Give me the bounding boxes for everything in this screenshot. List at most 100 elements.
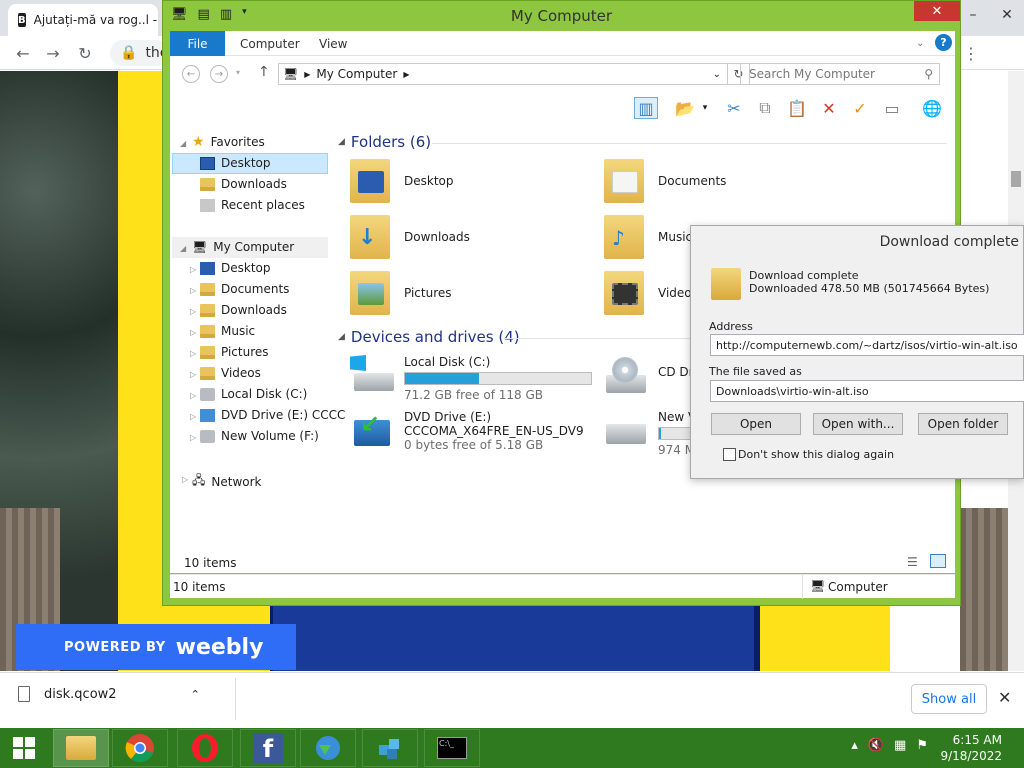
folder-music[interactable]: ♪ Music [604,215,692,259]
address-bar[interactable]: 🖥 ▶ My Computer ▶ ⌄ [278,63,728,85]
star-icon: ★ [192,134,205,150]
tray-expand-icon[interactable]: ▴ [851,738,858,753]
globe-taskbar-button[interactable] [300,729,356,767]
nav-computer-item[interactable]: DVD Drive (E:) CCCC [200,408,345,422]
delete-icon[interactable]: ✕ [817,97,841,119]
saved-path-field[interactable]: Downloads\virtio-win-alt.iso [710,380,1024,402]
forward-arrow-icon[interactable]: → [42,42,64,64]
nav-computer-item[interactable]: Documents [200,282,289,296]
open-folder-button[interactable]: Open folder [918,413,1008,435]
tab-view[interactable]: View [319,31,347,56]
expand-arrow-icon[interactable]: ▷ [190,391,196,400]
tab-computer[interactable]: Computer [240,31,300,56]
drives-group-header[interactable]: ◢ Devices and drives (4) [338,328,520,346]
opera-taskbar-button[interactable] [177,729,233,767]
nav-computer-item[interactable]: Local Disk (C:) [200,387,307,401]
address-history-icon[interactable]: ⌄ [713,69,721,80]
folders-group-header[interactable]: ◢ Folders (6) [338,133,431,151]
start-button[interactable] [0,729,48,767]
nav-label: My Computer [213,240,295,254]
folder-videos[interactable]: Videos [604,271,698,315]
chevron-up-icon[interactable]: ⌃ [191,688,200,701]
explorer-taskbar-button[interactable] [53,729,109,767]
folder-pictures[interactable]: Pictures [350,271,452,315]
preview-pane-icon[interactable]: ▥ [634,97,658,119]
flag-icon[interactable]: ⚑ [916,738,928,753]
expand-ribbon-icon[interactable]: ⌄ [916,31,924,56]
recent-locations-icon[interactable]: ▾ [236,68,240,77]
expand-arrow-icon[interactable]: ▷ [182,475,188,484]
options-dropdown-icon[interactable]: ▾ [698,97,712,119]
breadcrumb-my-computer[interactable]: My Computer [316,67,397,81]
close-window-icon[interactable]: ✕ [990,0,1024,30]
weebly-badge[interactable]: POWERED BY weebly [16,624,296,670]
expand-arrow-icon[interactable]: ▷ [190,328,196,337]
back-icon[interactable]: ← [182,65,200,83]
nav-my-computer[interactable]: 🖥 My Computer [192,240,294,254]
cmd-taskbar-button[interactable]: C:\_ [424,729,480,767]
forward-icon[interactable]: → [210,65,228,83]
folder-desktop[interactable]: Desktop [350,159,454,203]
chrome-taskbar-button[interactable] [112,729,168,767]
expand-arrow-icon[interactable]: ▷ [190,286,196,295]
url-bar[interactable]: 🔒 the [110,40,170,66]
open-button[interactable]: Open [711,413,801,435]
drive-new-volume[interactable]: New Vo 974 MB [602,410,703,457]
address-field[interactable]: http://computernewb.com/~dartz/isos/virt… [710,334,1024,356]
folder-downloads[interactable]: ↓ Downloads [350,215,470,259]
close-icon[interactable]: ✕ [914,1,960,21]
collapse-arrow-icon[interactable]: ◢ [180,244,186,253]
network-globe-icon[interactable]: 🌐 [920,97,944,119]
dont-show-checkbox[interactable] [723,448,736,461]
expand-arrow-icon[interactable]: ▷ [190,307,196,316]
nav-computer-item[interactable]: Music [200,324,255,338]
minimize-icon[interactable]: – [956,0,990,30]
copy-icon[interactable]: ⧉ [753,97,777,119]
paste-icon[interactable]: 📋 [785,97,809,119]
nav-fav-recent[interactable]: Recent places [200,198,305,212]
nav-fav-desktop[interactable]: Desktop [200,156,271,170]
facebook-taskbar-button[interactable]: f [240,729,296,767]
rename-check-icon[interactable]: ✓ [848,97,872,119]
collapse-arrow-icon[interactable]: ◢ [180,139,186,148]
nav-computer-item[interactable]: Videos [200,366,261,380]
registry-taskbar-button[interactable] [362,729,418,767]
cut-icon[interactable]: ✂ [722,97,746,119]
open-with-button[interactable]: Open with... [813,413,903,435]
back-arrow-icon[interactable]: ← [12,42,34,64]
folder-documents[interactable]: Documents [604,159,726,203]
expand-arrow-icon[interactable]: ▷ [190,433,196,442]
folder-options-icon[interactable]: 📂 [673,97,697,119]
nav-computer-item[interactable]: Downloads [200,303,287,317]
up-arrow-icon[interactable]: ↑ [258,64,270,80]
search-input[interactable]: Search My Computer ⚲ [740,63,940,85]
close-shelf-icon[interactable]: ✕ [998,688,1011,707]
large-icons-view-icon[interactable] [930,554,946,568]
nav-computer-item[interactable]: Pictures [200,345,269,359]
nav-computer-item[interactable]: Desktop [200,261,271,275]
drive-cd[interactable]: CD Driv [602,357,704,397]
drive-local-c[interactable]: Local Disk (C:) 71.2 GB free of 118 GB [348,355,592,402]
taskbar-clock[interactable]: 6:15 AM 9/18/2022 [940,732,1002,764]
drive-dvd-e[interactable]: ↙ DVD Drive (E:) CCCOMA_X64FRE_EN-US_DV9… [348,410,584,452]
volume-muted-icon[interactable]: 🔇 [868,738,884,753]
browser-tab[interactable]: B Ajutați-mă va rog..l - B [8,4,158,36]
expand-arrow-icon[interactable]: ▷ [190,349,196,358]
details-view-icon[interactable]: ☰ [907,555,918,569]
scrollbar-thumb[interactable] [1011,171,1021,187]
menu-dots-icon[interactable]: ⋮ [960,42,982,64]
map-drive-icon[interactable]: ▭ [880,97,904,119]
nav-fav-downloads[interactable]: Downloads [200,177,287,191]
expand-arrow-icon[interactable]: ▷ [190,370,196,379]
download-item[interactable]: disk.qcow2 ⌃ [18,686,200,702]
nav-favorites[interactable]: ★ Favorites [192,134,265,150]
expand-arrow-icon[interactable]: ▷ [190,265,196,274]
reload-icon[interactable]: ↻ [74,42,96,64]
nav-network[interactable]: 🖧 Network [192,471,262,492]
network-icon[interactable]: ▦ [894,738,906,753]
show-all-button[interactable]: Show all [911,684,987,714]
nav-computer-item[interactable]: New Volume (F:) [200,429,319,443]
tab-file[interactable]: File [170,31,225,56]
expand-arrow-icon[interactable]: ▷ [190,412,196,421]
help-icon[interactable]: ? [935,34,952,51]
